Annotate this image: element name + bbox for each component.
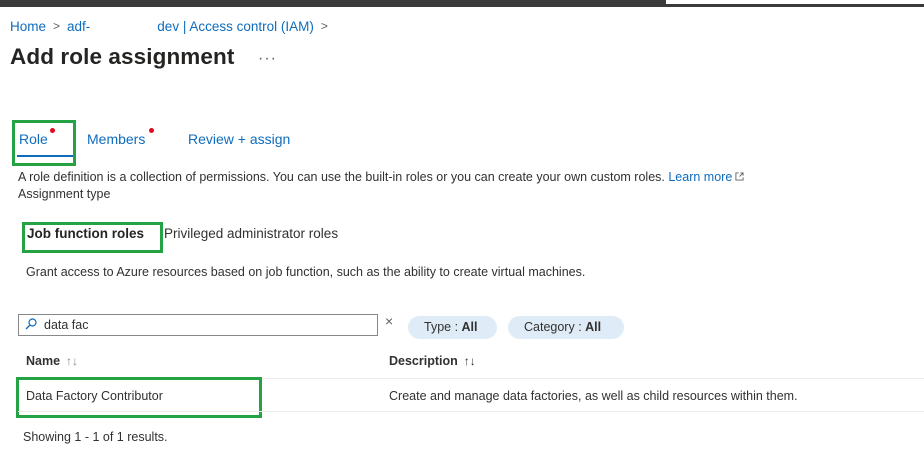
sort-icon: ↑↓: [66, 354, 79, 368]
external-link-icon: [735, 172, 744, 181]
learn-more-link[interactable]: Learn more: [668, 170, 744, 184]
tab-members[interactable]: Members: [87, 131, 145, 147]
filter-category-label: Category :: [524, 320, 586, 334]
breadcrumb-home[interactable]: Home: [10, 19, 46, 34]
sort-icon: ↑↓: [463, 354, 476, 368]
role-description: A role definition is a collection of per…: [18, 170, 744, 184]
tab-review-assign[interactable]: Review + assign: [188, 131, 290, 147]
clear-search-icon[interactable]: ×: [385, 313, 393, 329]
search-icon: [25, 318, 37, 330]
highlight-box-role-tab: [12, 120, 76, 166]
filter-type-pill[interactable]: Type : All: [408, 316, 497, 339]
highlight-box-job-function: [22, 222, 163, 253]
grant-access-text: Grant access to Azure resources based on…: [26, 265, 586, 279]
role-description-text: A role definition is a collection of per…: [18, 170, 665, 184]
chevron-right-icon: >: [53, 19, 61, 34]
filter-type-label: Type :: [424, 320, 462, 334]
filter-category-value: All: [585, 320, 602, 334]
filter-category-pill[interactable]: Category : All: [508, 316, 624, 339]
table-row-divider: [18, 411, 924, 412]
breadcrumb: Home > adf-dev | Access control (IAM) >: [10, 18, 335, 34]
more-options-icon[interactable]: ···: [258, 50, 277, 68]
assignment-type-label: Assignment type: [18, 187, 111, 201]
pivot-privileged-admin-roles[interactable]: Privileged administrator roles: [164, 226, 338, 241]
search-input-value: data fac: [44, 318, 89, 332]
top-bar-gap: [666, 0, 924, 4]
results-count: Showing 1 - 1 of 1 results.: [23, 430, 168, 444]
column-header-name[interactable]: Name ↑↓: [26, 354, 78, 368]
column-header-description-label: Description: [389, 354, 458, 368]
column-header-description[interactable]: Description ↑↓: [389, 354, 476, 368]
filter-type-value: All: [461, 320, 478, 334]
search-input[interactable]: data fac: [18, 314, 378, 336]
table-row-description[interactable]: Create and manage data factories, as wel…: [389, 389, 798, 403]
chevron-right-icon: >: [320, 19, 328, 34]
page-title: Add role assignment: [10, 44, 235, 69]
breadcrumb-resource-prefix[interactable]: adf-: [67, 19, 90, 34]
column-header-name-label: Name: [26, 354, 61, 368]
required-dot-icon: [149, 128, 154, 133]
breadcrumb-resource-suffix[interactable]: dev | Access control (IAM): [157, 19, 314, 34]
